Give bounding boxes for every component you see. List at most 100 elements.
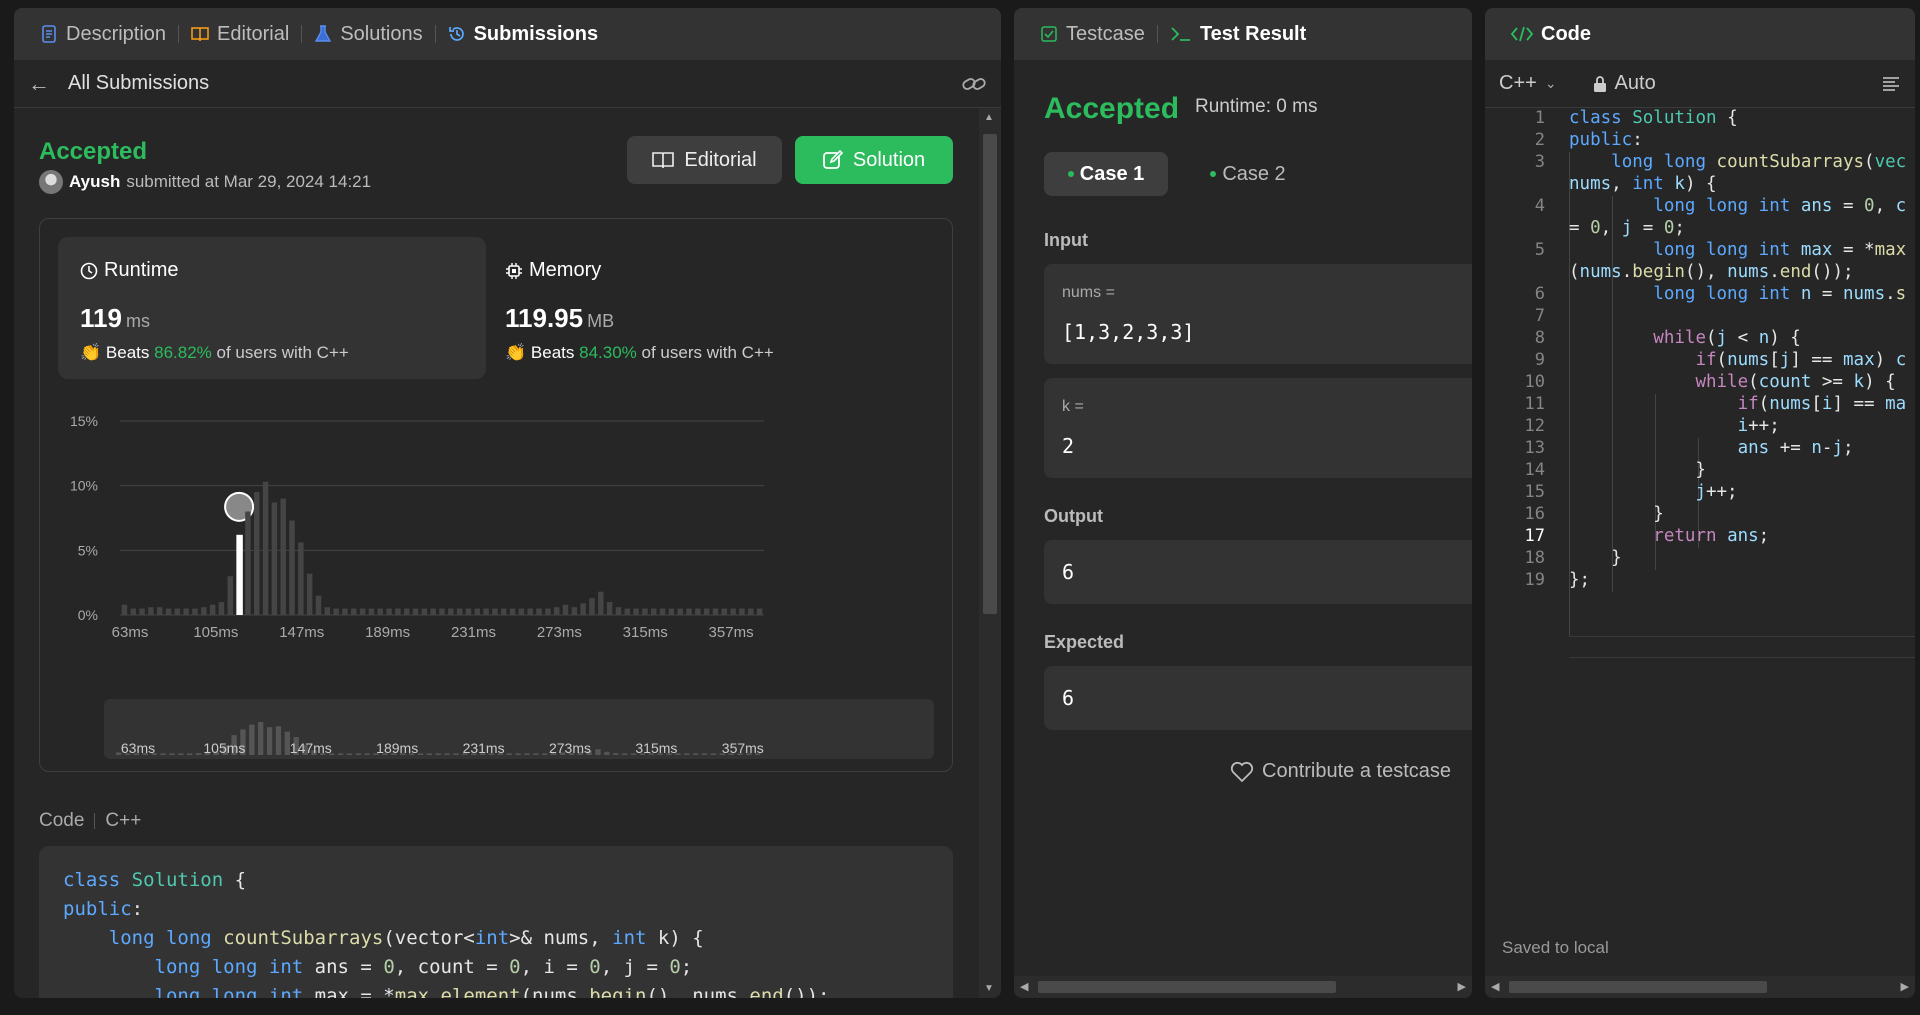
runtime-distribution-chart[interactable]: 0% 5% 10% 15% 63ms 105ms 147ms 189ms 231ms 273ms 3… <box>40 391 954 691</box>
input-k-value: 2 <box>1062 434 1075 458</box>
chart-bar <box>139 608 145 615</box>
chart-bar <box>306 573 313 615</box>
chart-bar <box>553 607 560 615</box>
expected-label: Expected <box>1044 632 1125 652</box>
code-line: if(nums[j] == max) c <box>1695 350 1907 370</box>
solution-button[interactable]: Solution <box>795 136 953 184</box>
memory-beats-pct: 84.30% <box>579 343 637 362</box>
submitted-time: submitted at Mar 29, 2024 14:21 <box>126 172 372 191</box>
chart-bar <box>156 607 163 615</box>
chart-bar <box>589 598 595 615</box>
memory-label-text: Memory <box>529 259 602 281</box>
chevron-down-icon[interactable]: ⌄ <box>1545 75 1557 92</box>
overview-bar <box>337 753 344 755</box>
output-box[interactable]: 6 <box>1044 540 1472 604</box>
input-nums-box[interactable]: nums = [1,3,2,3,3] <box>1044 264 1472 364</box>
memory-card[interactable]: Memory 119.95 MB 👏 Beats 84.30% of users … <box>505 237 933 379</box>
overview-bar <box>710 753 717 755</box>
runtime-value: 119 ms <box>80 303 150 334</box>
horizontal-scrollbar[interactable]: ◀ ▶ <box>1014 976 1472 998</box>
scroll-up-icon[interactable]: ▲ <box>984 112 994 123</box>
overview-bar <box>160 753 166 755</box>
chart-bar <box>536 608 542 615</box>
x-tick-label: 357ms <box>709 624 754 641</box>
x-tick-label: 63ms <box>112 624 149 641</box>
language-select[interactable]: C++ <box>1499 72 1537 95</box>
code-line: } <box>1569 548 1622 568</box>
editorial-button[interactable]: Editorial <box>627 136 782 184</box>
checkbox-icon <box>1041 26 1057 42</box>
contribute-testcase-button[interactable]: Contribute a testcase <box>1230 760 1451 783</box>
scroll-left-icon[interactable]: ◀ <box>1020 980 1028 993</box>
chart-bar <box>571 607 578 615</box>
tab-solutions[interactable]: Solutions <box>302 8 434 60</box>
input-nums-value: [1,3,2,3,3] <box>1062 320 1195 344</box>
input-k-box[interactable]: k = 2 <box>1044 378 1472 478</box>
auto-mode-label[interactable]: Auto <box>1615 72 1656 95</box>
chart-bar <box>739 608 745 615</box>
scroll-left-icon[interactable]: ◀ <box>1491 980 1499 993</box>
vertical-scrollbar[interactable]: ▲ ▼ <box>979 108 1001 998</box>
tab-code[interactable]: Code <box>1499 8 1603 60</box>
case-1-label: Case 1 <box>1079 162 1145 185</box>
tab-submissions[interactable]: Submissions <box>436 8 610 60</box>
expected-box[interactable]: 6 <box>1044 666 1472 730</box>
overview-bar <box>364 753 370 755</box>
overview-bar <box>621 753 628 755</box>
y-tick-label: 15% <box>70 413 98 429</box>
overview-bar <box>533 753 539 755</box>
scroll-right-icon[interactable]: ▶ <box>1458 980 1466 993</box>
runtime-card[interactable]: Runtime 119 ms 👏 Beats 86.82% of users wi… <box>58 237 486 379</box>
share-link-icon[interactable] <box>961 74 987 94</box>
chart-bar <box>545 608 551 615</box>
overview-tick-label: 357ms <box>722 740 764 756</box>
tab-testcase[interactable]: Testcase <box>1028 8 1157 60</box>
scrollbar-thumb[interactable] <box>1509 981 1767 993</box>
line-number: 4 <box>1534 196 1545 216</box>
horizontal-scrollbar[interactable]: ◀ ▶ <box>1485 976 1915 998</box>
tab-code-label: Code <box>1541 22 1591 45</box>
scrollbar-thumb[interactable] <box>1038 981 1336 993</box>
back-arrow-icon[interactable]: ← <box>28 71 50 97</box>
line-number: 18 <box>1524 548 1545 568</box>
scrollbar-thumb[interactable] <box>983 134 997 614</box>
left-tabbar: Description Editorial Solutions Submissi… <box>14 8 1001 60</box>
all-submissions-title: All Submissions <box>68 72 210 94</box>
line-number: 7 <box>1534 306 1545 326</box>
chart-bar <box>483 608 489 615</box>
output-value: 6 <box>1062 560 1075 584</box>
menu-lines-icon[interactable] <box>1881 76 1901 92</box>
editorial-button-label: Editorial <box>684 148 757 171</box>
chart-bar <box>465 608 472 615</box>
tab-description[interactable]: Description <box>28 8 178 60</box>
case-2-tab[interactable]: Case 2 <box>1186 152 1310 196</box>
scroll-down-icon[interactable]: ▼ <box>984 983 994 994</box>
code-language: C++ <box>105 810 142 831</box>
overview-bar <box>613 753 619 755</box>
submitted-code[interactable]: class Solution { public: long long count… <box>39 846 953 998</box>
overview-bar <box>684 753 690 755</box>
overview-bar <box>542 753 548 755</box>
code-brackets-icon <box>1511 26 1533 42</box>
clock-icon <box>80 262 98 279</box>
avatar[interactable] <box>39 170 63 194</box>
user-name[interactable]: Ayush <box>69 172 120 192</box>
case-1-tab[interactable]: Case 1 <box>1044 152 1168 196</box>
chart-bar <box>280 498 286 615</box>
y-tick-label: 0% <box>78 607 98 623</box>
tab-editorial[interactable]: Editorial <box>179 8 301 60</box>
line-number: 6 <box>1534 284 1545 304</box>
code-line: long long countSubarrays(vec <box>1611 152 1907 172</box>
scroll-right-icon[interactable]: ▶ <box>1901 980 1909 993</box>
description-icon <box>42 25 56 43</box>
chart-range-overview[interactable]: 63ms 105ms 147ms 189ms 231ms 273ms 315ms 357ms <box>104 699 934 759</box>
tab-test-result[interactable]: Test Result <box>1158 8 1318 60</box>
overview-bar <box>266 727 273 755</box>
tab-editorial-label: Editorial <box>217 22 290 45</box>
chart-bar <box>395 608 401 615</box>
overview-tick-label: 105ms <box>203 740 245 756</box>
code-line: class Solution { <box>1569 108 1738 128</box>
overview-bar <box>417 753 424 755</box>
line-number: 16 <box>1524 504 1545 524</box>
